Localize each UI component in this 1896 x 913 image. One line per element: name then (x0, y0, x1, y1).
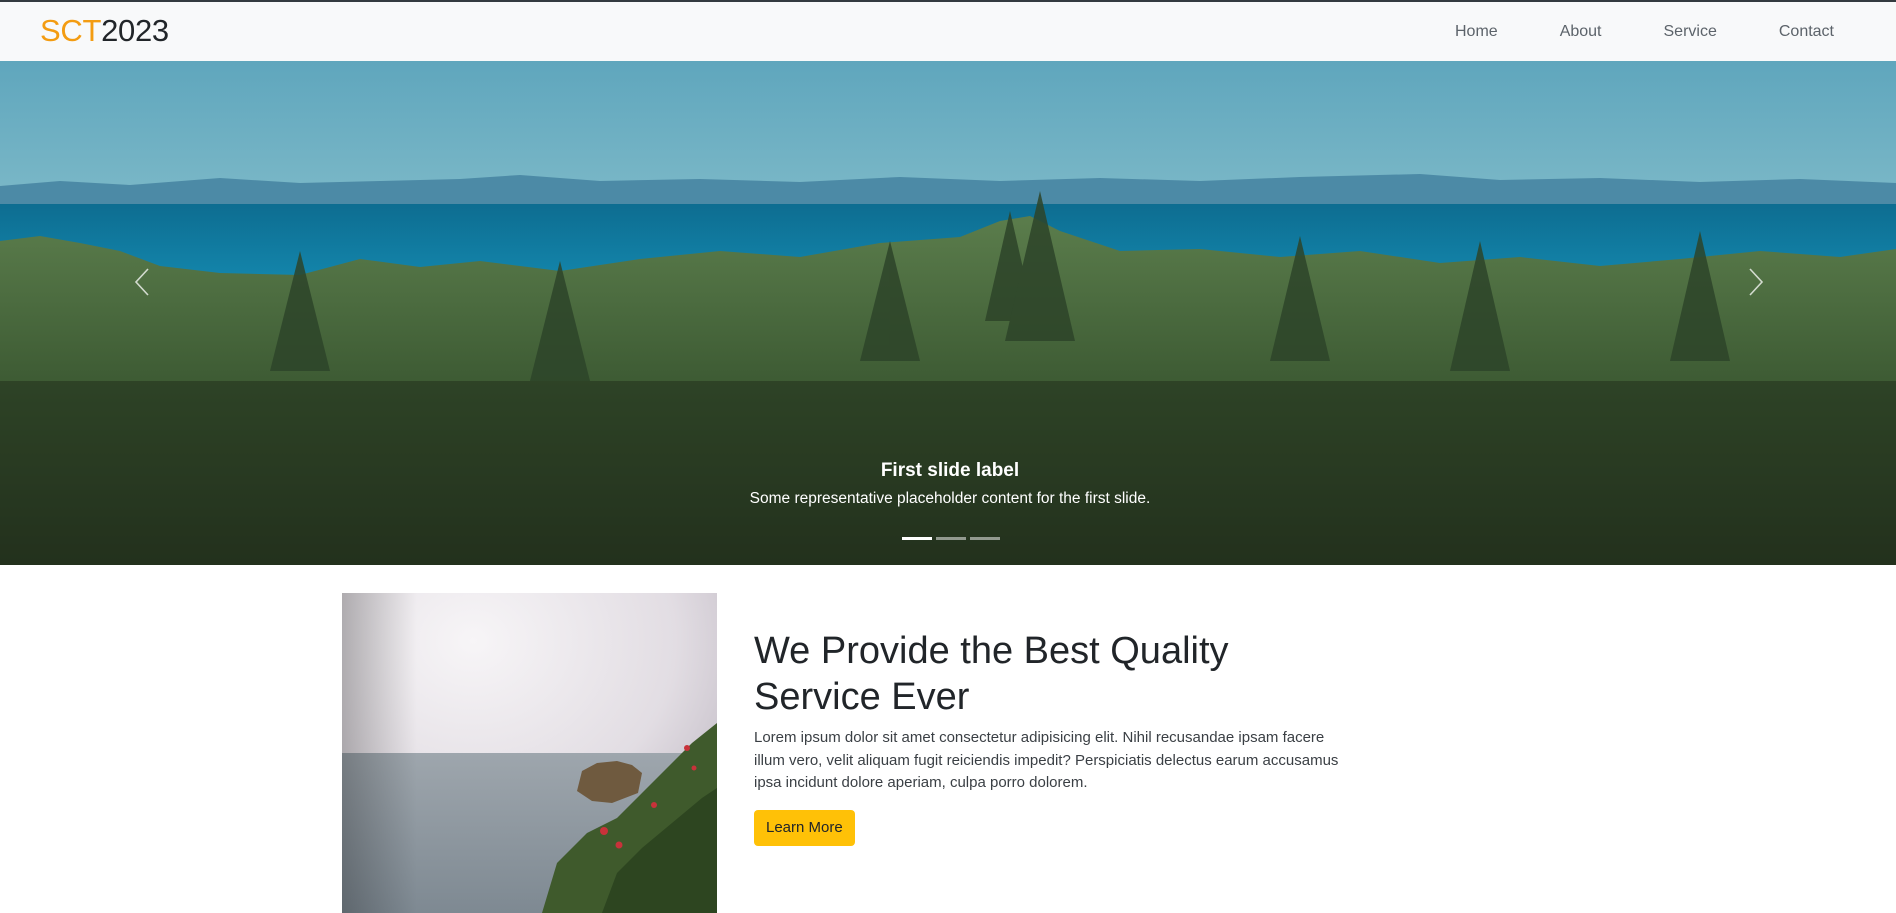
carousel-caption: First slide label Some representative pl… (650, 459, 1250, 510)
brand-logo[interactable]: SCT2023 (40, 12, 169, 50)
caption-text: Some representative placeholder content … (749, 490, 1151, 507)
carousel-indicator-2[interactable] (936, 537, 966, 540)
carousel-indicators (902, 537, 1000, 540)
carousel-next-button[interactable] (1736, 257, 1776, 307)
carousel-indicator-3[interactable] (970, 537, 1000, 540)
feature-image-coast (342, 593, 717, 913)
feature-heading: We Provide the Best Quality Service Ever (754, 630, 1229, 718)
nav-home-link[interactable]: Home (1455, 23, 1498, 41)
carousel-prev-button[interactable] (122, 257, 162, 307)
carousel-indicator-1[interactable] (902, 537, 932, 540)
brand-part-year: 2023 (101, 13, 169, 48)
nav-contact-link[interactable]: Contact (1779, 23, 1834, 41)
navbar: SCT2023 Home About Service Contact (0, 2, 1896, 61)
nav-service-link[interactable]: Service (1664, 23, 1717, 41)
brand-part-sct: SCT (40, 13, 102, 48)
nav-menu: Home About Service Contact (1455, 2, 1896, 61)
chevron-left-icon (134, 268, 149, 296)
nav-about-link[interactable]: About (1560, 23, 1602, 41)
feature-description: Lorem ipsum dolor sit amet consectetur a… (754, 729, 1339, 791)
chevron-right-icon (1749, 268, 1764, 296)
caption-title: First slide label (880, 460, 1020, 481)
feature-text-block: We Provide the Best Quality Service Ever… (754, 628, 1354, 846)
hero-carousel: First slide label Some representative pl… (0, 61, 1896, 565)
learn-more-button[interactable]: Learn More (754, 810, 855, 846)
